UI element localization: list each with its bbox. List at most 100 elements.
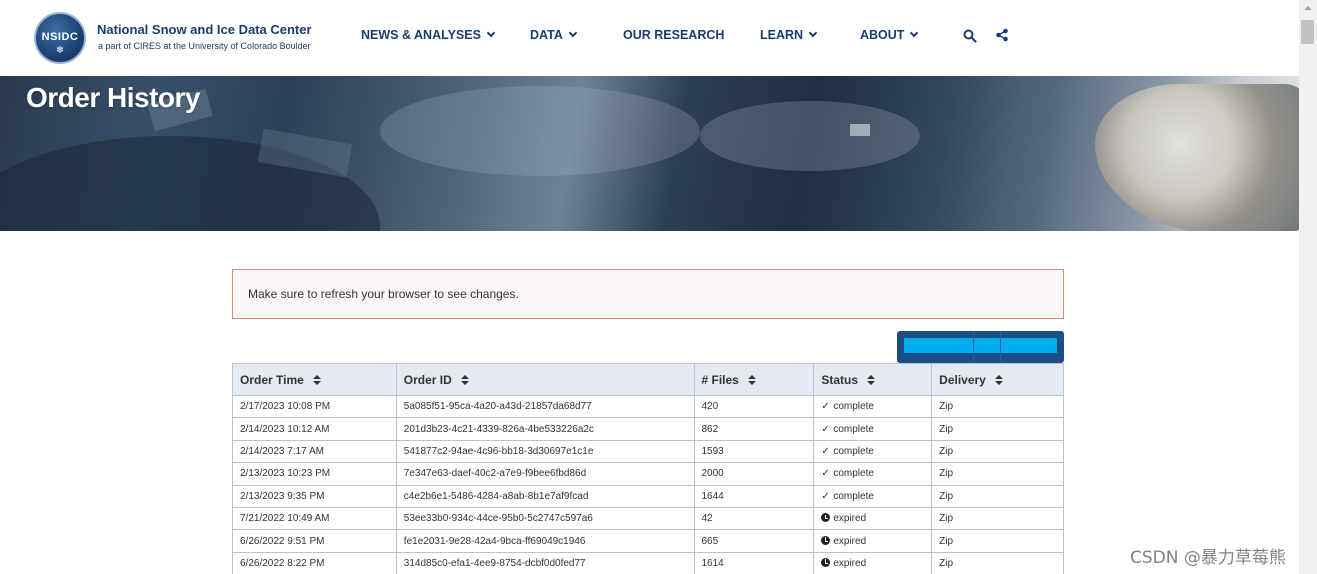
- action-button-fill: [904, 338, 1057, 353]
- delivery-cell-text[interactable]: Zip: [939, 513, 953, 524]
- delivery-cell-text[interactable]: Zip: [939, 491, 953, 502]
- checkmark-icon: ✓: [821, 401, 830, 413]
- table-body: 2/17/2023 10:08 PM 5a085f51-95ca-4a20-a43…: [232, 394, 1064, 574]
- search-icon[interactable]: [963, 29, 977, 43]
- column-label: Delivery: [939, 372, 986, 387]
- nav-learn[interactable]: LEARN: [760, 28, 818, 42]
- status-text: complete: [833, 401, 874, 413]
- table-row: 6/26/2022 8:22 PM 314d85c0-efa1-4ee9-8754…: [232, 551, 1064, 574]
- site-header: NSIDC ❄ National Snow and Ice Data Cente…: [0, 0, 1299, 76]
- checkmark-icon: ✓: [821, 445, 830, 457]
- file-count-cell: 420: [693, 394, 815, 419]
- order-time-cell-text: 6/26/2022 8:22 PM: [240, 557, 325, 569]
- org-name[interactable]: National Snow and Ice Data Center: [97, 22, 312, 37]
- delivery-cell-text[interactable]: Zip: [939, 468, 953, 479]
- order-time-cell: 2/14/2023 7:17 AM: [232, 439, 397, 464]
- order-action-button[interactable]: [897, 331, 1064, 363]
- status-cell: expired: [813, 529, 933, 553]
- order-id-cell: 7e347e63-daef-40c2-a7e9-f9bee6fbd86d: [395, 462, 695, 486]
- sort-icon[interactable]: [460, 374, 469, 386]
- scrollbar-thumb[interactable]: [1301, 20, 1314, 44]
- delivery-cell-text[interactable]: Zip: [939, 558, 953, 569]
- delivery-cell[interactable]: Zip: [931, 462, 1064, 486]
- order-time-cell-text: 2/17/2023 10:08 PM: [240, 401, 331, 413]
- column-label: Status: [821, 372, 859, 387]
- table-row: 2/17/2023 10:08 PM 5a085f51-95ca-4a20-a43…: [232, 394, 1064, 419]
- button-divider: [1000, 332, 1001, 362]
- nav-about[interactable]: ABOUT: [860, 28, 919, 42]
- order-time-cell-text: 6/26/2022 9:51 PM: [240, 535, 325, 547]
- nav-label: ABOUT: [860, 28, 905, 42]
- column-header-delivery[interactable]: Delivery: [931, 363, 1064, 396]
- file-count-cell: 862: [693, 417, 815, 441]
- order-time-cell: 2/17/2023 10:08 PM: [232, 394, 397, 419]
- sort-icon[interactable]: [867, 374, 876, 386]
- delivery-cell-text[interactable]: Zip: [939, 424, 953, 435]
- order-id-cell: 5a085f51-95ca-4a20-a43d-21857da68d77: [395, 394, 695, 419]
- status-cell: ✓ complete: [813, 484, 933, 508]
- delivery-cell[interactable]: Zip: [931, 484, 1064, 508]
- scroll-up-arrow-icon[interactable]: [1299, 0, 1317, 17]
- delivery-cell[interactable]: Zip: [931, 551, 1064, 574]
- order-id-cell-text: 5a085f51-95ca-4a20-a43d-21857da68d77: [403, 401, 592, 413]
- order-id-cell-text: 541877c2-94ae-4c96-bb18-3d30697e1c1e: [403, 445, 594, 457]
- table-row: 2/13/2023 9:35 PM c4e2b6e1-5486-4284-a8ab…: [232, 484, 1064, 508]
- file-count-cell: 1593: [693, 439, 815, 464]
- delivery-cell[interactable]: Zip: [931, 394, 1064, 419]
- status-text: complete: [833, 468, 874, 480]
- sort-icon[interactable]: [312, 374, 321, 386]
- snowflake-icon: ❄: [55, 45, 65, 56]
- delivery-cell[interactable]: Zip: [931, 529, 1064, 553]
- status-text: expired: [833, 513, 867, 525]
- status-cell: ✓ complete: [813, 394, 933, 419]
- file-count-cell-text: 1593: [701, 445, 724, 457]
- order-id-cell-text: c4e2b6e1-5486-4284-a8ab-8b1e7af9fcad: [403, 490, 589, 502]
- order-time-cell-text: 2/13/2023 10:23 PM: [240, 468, 331, 480]
- nav-label: DATA: [530, 28, 563, 42]
- nav-our-research[interactable]: OUR RESEARCH: [623, 28, 724, 42]
- nav-label: NEWS & ANALYSES: [361, 28, 481, 42]
- order-time-cell: 2/14/2023 10:12 AM: [232, 417, 397, 441]
- file-count-cell-text: 42: [701, 513, 713, 525]
- hero-banner-image: Order History: [0, 76, 1299, 231]
- nav-news-analyses[interactable]: NEWS & ANALYSES: [361, 28, 496, 42]
- order-id-cell: fe1e2031-9e28-42a4-9bca-ff69049c1946: [395, 529, 695, 553]
- column-header-order-time[interactable]: Order Time: [232, 363, 397, 396]
- sort-icon[interactable]: [747, 374, 756, 386]
- alert-message: Make sure to refresh your browser to see…: [248, 287, 519, 301]
- order-id-cell: 201d3b23-4c21-4339-826a-4be533226a2c: [395, 417, 695, 441]
- delivery-cell-text[interactable]: Zip: [939, 446, 953, 457]
- share-icon[interactable]: [995, 28, 1009, 42]
- vertical-scrollbar[interactable]: [1299, 0, 1317, 574]
- file-count-cell-text: 665: [701, 535, 719, 547]
- page-title: Order History: [26, 82, 201, 113]
- sort-icon[interactable]: [994, 374, 1003, 386]
- order-time-cell-text: 2/14/2023 7:17 AM: [240, 445, 324, 457]
- checkmark-icon: ✓: [821, 423, 830, 435]
- nav-data[interactable]: DATA: [530, 28, 578, 42]
- column-header-files[interactable]: # Files: [693, 363, 815, 396]
- column-label: # Files: [701, 372, 739, 387]
- column-header-status[interactable]: Status: [813, 363, 933, 396]
- order-id-cell-text: 201d3b23-4c21-4339-826a-4be533226a2c: [403, 423, 594, 435]
- chevron-down-icon: [910, 28, 919, 38]
- order-time-cell-text: 2/13/2023 9:35 PM: [240, 490, 325, 502]
- delivery-cell[interactable]: Zip: [931, 506, 1064, 531]
- clock-icon: [821, 513, 831, 523]
- watermark: CSDN @暴力草莓熊: [1130, 548, 1286, 568]
- status-text: expired: [833, 557, 867, 569]
- status-text: expired: [833, 535, 867, 547]
- order-id-cell-text: 53ee33b0-934c-44ce-95b0-5c2747c597a6: [403, 513, 593, 525]
- delivery-cell[interactable]: Zip: [931, 439, 1064, 464]
- delivery-cell[interactable]: Zip: [931, 417, 1064, 441]
- table-row: 7/21/2022 10:49 AM 53ee33b0-934c-44ce-95b…: [232, 506, 1064, 531]
- order-id-cell: 53ee33b0-934c-44ce-95b0-5c2747c597a6: [395, 506, 695, 531]
- table-row: 2/13/2023 10:23 PM 7e347e63-daef-40c2-a7e…: [232, 462, 1064, 486]
- order-time-cell: 7/21/2022 10:49 AM: [232, 506, 397, 531]
- delivery-cell-text[interactable]: Zip: [939, 401, 953, 412]
- column-header-order-id[interactable]: Order ID: [395, 363, 695, 396]
- table-row: 6/26/2022 9:51 PM fe1e2031-9e28-42a4-9bca…: [232, 529, 1064, 553]
- order-history-table: Order Time Order ID # Files Status Deliv…: [232, 363, 1064, 574]
- delivery-cell-text[interactable]: Zip: [939, 536, 953, 547]
- nsidc-logo[interactable]: NSIDC ❄: [34, 12, 86, 64]
